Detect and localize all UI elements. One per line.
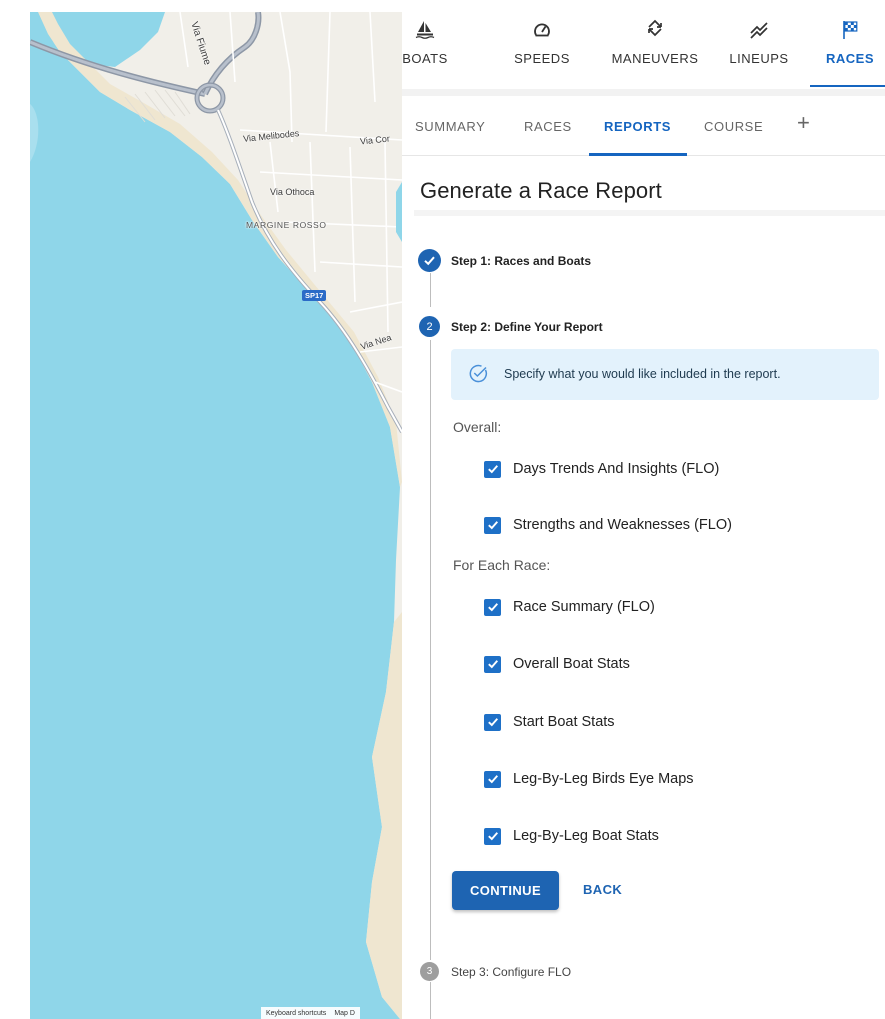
option-label: Days Trends And Insights (FLO) [513, 461, 720, 477]
tab-boats-label: BOATS [402, 51, 448, 66]
road-shield-sp17: SP17 [302, 290, 327, 301]
map-label-via-othoca: Via Othoca [270, 187, 315, 197]
subtab-summary[interactable]: SUMMARY [415, 119, 485, 134]
option-overall-boat-stats[interactable]: Overall Boat Stats [484, 654, 630, 674]
tab-lineups[interactable]: LINEUPS [722, 18, 796, 88]
back-button[interactable]: BACK [583, 882, 622, 897]
option-label: Strengths and Weaknesses (FLO) [513, 517, 732, 533]
info-alert-text: Specify what you would like included in … [504, 367, 781, 381]
subtab-reports[interactable]: REPORTS [604, 119, 671, 134]
sailboat-icon [415, 18, 435, 40]
checkbox-checked-icon[interactable] [484, 598, 501, 616]
add-tab-button[interactable]: + [797, 112, 810, 134]
tab-races-label: RACES [825, 51, 874, 66]
tab-speeds-label: SPEEDS [514, 51, 570, 66]
top-nav: BOATS SPEEDS MANEUVERS LINEUPS RACES [402, 18, 885, 88]
option-label: Start Boat Stats [513, 714, 615, 730]
check-circle-icon [468, 363, 489, 389]
sub-nav: SUMMARY RACES REPORTS COURSE + [402, 96, 885, 156]
map-label-margine-rosso: MARGINE ROSSO [246, 220, 327, 230]
stepper-connector-1 [430, 273, 431, 307]
step-3-label[interactable]: Step 3: Configure FLO [451, 965, 571, 979]
option-race-summary[interactable]: Race Summary (FLO) [484, 597, 655, 617]
map-attribution: Keyboard shortcuts Map D [261, 1007, 360, 1019]
info-alert: Specify what you would like included in … [451, 349, 879, 400]
checkbox-checked-icon[interactable] [484, 713, 501, 731]
active-tab-indicator [810, 85, 885, 87]
option-strengths-weaknesses[interactable]: Strengths and Weaknesses (FLO) [484, 515, 732, 535]
tab-speeds[interactable]: SPEEDS [506, 18, 578, 88]
option-start-boat-stats[interactable]: Start Boat Stats [484, 712, 615, 732]
option-label: Leg-By-Leg Birds Eye Maps [513, 771, 694, 787]
tab-lineups-label: LINEUPS [729, 51, 789, 66]
overall-heading: Overall: [453, 419, 502, 435]
trend-lines-icon [749, 18, 769, 40]
speedometer-icon [532, 18, 552, 40]
tab-boats[interactable]: BOATS [402, 18, 448, 88]
step-2-number: 2 [419, 316, 440, 337]
step-1-label[interactable]: Step 1: Races and Boats [451, 254, 591, 268]
subtab-races[interactable]: RACES [524, 119, 572, 134]
keyboard-shortcuts-link[interactable]: Keyboard shortcuts [266, 1010, 326, 1017]
page-title: Generate a Race Report [420, 178, 662, 203]
tack-arrows-icon [645, 18, 665, 40]
checkbox-checked-icon[interactable] [484, 827, 501, 845]
each-race-heading: For Each Race: [453, 557, 551, 573]
option-label: Overall Boat Stats [513, 656, 630, 672]
subtab-course[interactable]: COURSE [704, 119, 763, 134]
map-view[interactable]: Via Fiume Via Melibodes Via Cor Via Otho… [30, 12, 402, 1019]
tab-races[interactable]: RACES [815, 18, 885, 88]
checkered-flag-icon [841, 18, 859, 40]
active-subtab-indicator [589, 153, 687, 156]
checkbox-checked-icon[interactable] [484, 460, 501, 478]
step-3-number: 3 [420, 962, 439, 981]
checkbox-checked-icon[interactable] [484, 516, 501, 534]
option-label: Race Summary (FLO) [513, 599, 655, 615]
option-days-trends[interactable]: Days Trends And Insights (FLO) [484, 459, 719, 479]
option-label: Leg-By-Leg Boat Stats [513, 828, 659, 844]
stepper-connector-2 [430, 340, 431, 960]
continue-button[interactable]: CONTINUE [452, 871, 559, 910]
tab-maneuvers[interactable]: MANEUVERS [605, 18, 705, 88]
report-panel: BOATS SPEEDS MANEUVERS LINEUPS RACES SUM… [402, 0, 885, 1019]
title-divider [414, 210, 885, 216]
option-leg-boat-stats[interactable]: Leg-By-Leg Boat Stats [484, 826, 659, 846]
stepper-connector-3 [430, 982, 431, 1019]
tab-maneuvers-label: MANEUVERS [611, 51, 699, 66]
step-1-complete-icon [418, 249, 441, 272]
checkbox-checked-icon[interactable] [484, 770, 501, 788]
map-data-link[interactable]: Map D [334, 1010, 355, 1017]
topnav-divider [402, 89, 885, 96]
step-2-label[interactable]: Step 2: Define Your Report [451, 320, 603, 334]
option-birds-eye-maps[interactable]: Leg-By-Leg Birds Eye Maps [484, 769, 694, 789]
map-canvas [30, 12, 402, 1019]
checkbox-checked-icon[interactable] [484, 655, 501, 673]
app-screen: Via Fiume Via Melibodes Via Cor Via Otho… [0, 0, 885, 1019]
